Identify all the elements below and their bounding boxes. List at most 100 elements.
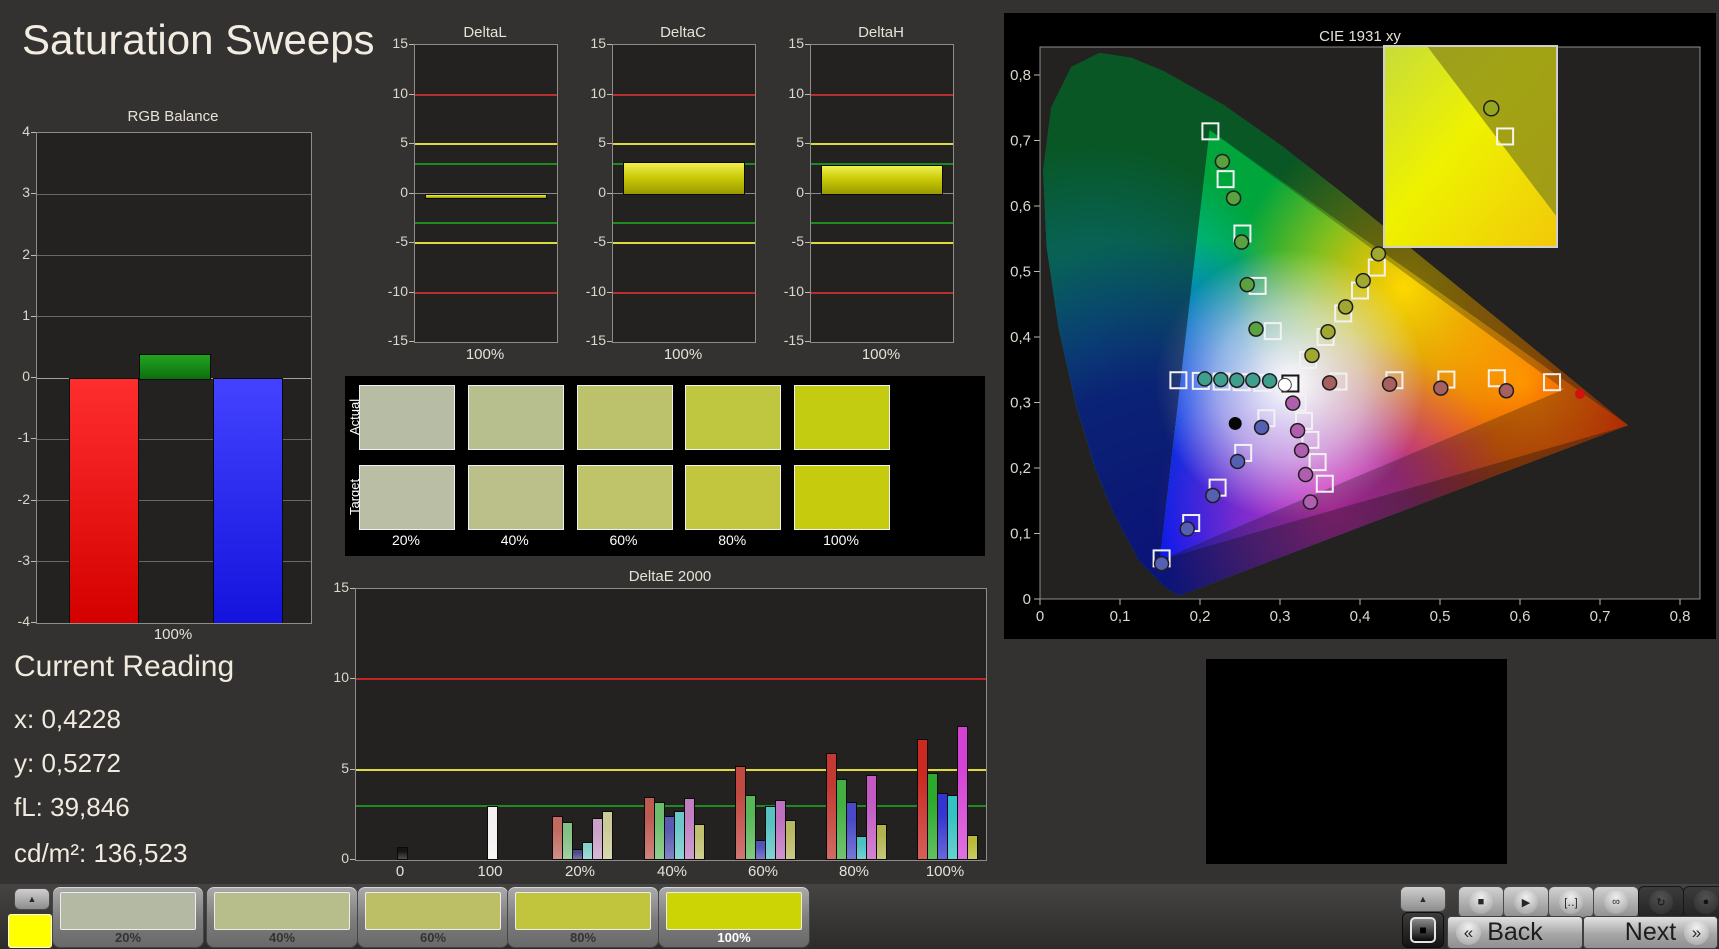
pattern-button-100%[interactable]: 100% [658, 886, 810, 948]
axis-tick: 15 [590, 35, 606, 51]
back-icon: « [1456, 920, 1481, 945]
reading-y: y: 0,5272 [14, 748, 121, 778]
white-point-measured [1277, 377, 1292, 392]
continuous-button[interactable]: ∞ [1593, 886, 1639, 918]
tick-icon [805, 291, 810, 293]
limit-line [613, 291, 755, 294]
pattern-chip [60, 892, 196, 930]
pattern-button-80%[interactable]: 80% [507, 886, 659, 948]
pattern-button-20%[interactable]: 20% [52, 886, 204, 948]
tick-icon [409, 192, 414, 194]
axis-tick: 15 [333, 579, 349, 595]
swatch-col-label: 60% [609, 532, 638, 548]
tick-icon [350, 588, 355, 589]
axis-tick: -5 [395, 233, 408, 249]
chart-title: DeltaE 2000 [628, 568, 712, 585]
axis-tick: 3 [22, 184, 30, 201]
measured-dot-green [1239, 276, 1255, 293]
delta-plot [414, 44, 558, 343]
svg-text:0,6: 0,6 [1010, 198, 1031, 215]
reading-cdm2: cd/m²: 136,523 [14, 838, 188, 868]
record-button[interactable]: ● [1683, 886, 1719, 918]
rgb-plot [36, 132, 312, 624]
measured-dot-green [1248, 321, 1264, 337]
tick-icon [607, 44, 612, 45]
tick-icon [805, 93, 810, 95]
limit-line [811, 222, 953, 225]
limit-line [811, 93, 953, 96]
deltae-bar [966, 834, 978, 860]
axis-tick: -10 [585, 282, 606, 299]
collapse-button-right[interactable]: ▲ [1400, 886, 1446, 912]
tick-icon [350, 859, 355, 860]
axis-tick: -10 [387, 282, 408, 299]
axis-tick: 5 [796, 134, 804, 150]
limit-line [613, 143, 755, 145]
swatch-actual [467, 385, 564, 450]
limit-line [613, 93, 755, 96]
axis-label: 100% [465, 346, 505, 363]
pattern-size-button[interactable]: [‥] [1548, 886, 1594, 918]
deltae-x-label: 100% [925, 863, 965, 880]
deltae-x-label: 60% [747, 863, 779, 880]
swatch-actual [685, 385, 782, 450]
limit-line [415, 222, 557, 225]
svg-text:0: 0 [1023, 591, 1031, 608]
refresh-button[interactable]: ↻ [1638, 886, 1684, 918]
measured-dot-green [1225, 190, 1242, 206]
pattern-button-40%[interactable]: 40% [206, 886, 358, 948]
limit-line [811, 143, 953, 145]
deltae-x-label: 40% [656, 863, 688, 880]
tick-icon [31, 193, 36, 195]
svg-text:0,8: 0,8 [1010, 67, 1031, 84]
measured-dot-blue [1205, 487, 1221, 504]
axis-tick: 2 [22, 245, 30, 262]
delta-bar [623, 161, 745, 196]
limit-line [613, 242, 755, 244]
pattern-window [1206, 659, 1507, 864]
gridline [37, 316, 311, 318]
tick-icon [409, 291, 414, 293]
tick-icon [409, 242, 414, 243]
red-dot [1575, 388, 1585, 399]
cie-inset [1383, 45, 1558, 248]
pattern-button-60%[interactable]: 60% [357, 886, 509, 948]
deltae-bar [693, 823, 705, 860]
svg-text:0,2: 0,2 [1190, 608, 1211, 625]
measured-dot-blue [1179, 521, 1195, 537]
axis-tick: 10 [333, 669, 349, 686]
gridline [37, 193, 311, 195]
back-button[interactable]: «Back [1447, 916, 1583, 949]
axis-tick: 0 [22, 368, 30, 384]
measured-dot-yellow [1337, 299, 1354, 315]
axis-tick: 1 [22, 306, 30, 323]
current-color-swatch [8, 914, 52, 948]
tick-icon [607, 93, 612, 95]
tick-icon [409, 93, 414, 95]
collapse-button[interactable]: ▲ [14, 888, 50, 910]
axis-tick: 0 [400, 183, 408, 200]
chart-title: DeltaL [463, 24, 507, 41]
deltae-plot [355, 588, 987, 861]
measured-dot-blue [1229, 453, 1246, 470]
stop-button[interactable]: ■ [1458, 886, 1504, 918]
black-dot [1228, 416, 1242, 430]
limit-line [415, 93, 557, 96]
deltae-bar [601, 811, 613, 860]
measured-dot-magenta [1289, 422, 1306, 439]
measured-dot-yellow [1304, 347, 1320, 364]
stop-icon: ■ [1469, 890, 1493, 914]
axis-tick: -15 [783, 332, 804, 348]
tick-icon [607, 143, 612, 144]
deltae-x-label: 0 [395, 863, 405, 880]
measured-dot-magenta [1293, 442, 1310, 459]
next-button[interactable]: Next » [1583, 916, 1718, 949]
axis-tick: 5 [341, 759, 349, 776]
measured-dot-yellow [1320, 324, 1336, 340]
play-button[interactable]: ▶ [1503, 886, 1549, 918]
tick-icon [31, 438, 36, 440]
deltae-x-label: 80% [838, 863, 870, 880]
pattern-toggle-button[interactable]: ■ [1402, 912, 1444, 948]
measured-dot-cyan [1261, 373, 1278, 389]
delta-chart-deltal: DeltaL 15 10 5 0 -5 -10 -15 100% [378, 24, 570, 378]
